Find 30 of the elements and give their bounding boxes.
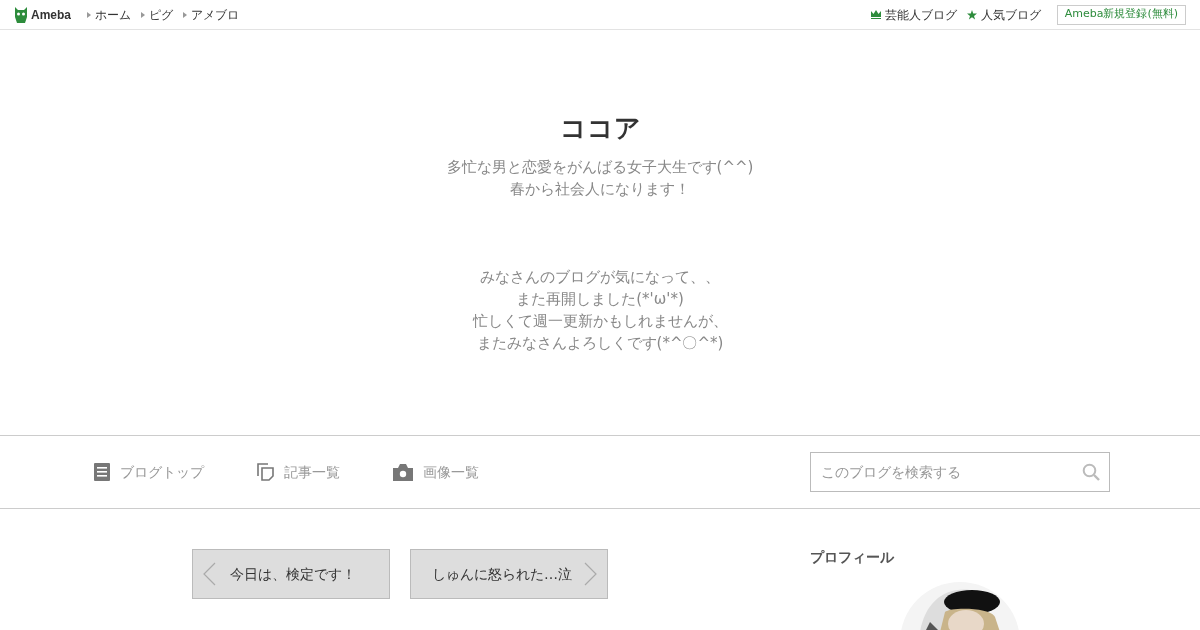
blog-description: 多忙な男と恋愛をがんばる女子大生です(^^)	[446, 157, 754, 178]
triangle-icon	[141, 11, 145, 18]
header-link[interactable]: ピグ	[141, 5, 173, 24]
next-post-button[interactable]: しゅんに怒られた…泣	[410, 549, 608, 599]
previous-post-button[interactable]: 今日は、検定です！	[192, 549, 390, 599]
document-icon	[94, 463, 110, 481]
header-link[interactable]: 芸能人ブログ	[870, 5, 957, 24]
header-link[interactable]: アメブロ	[183, 5, 239, 24]
header-link[interactable]: 人気ブログ	[966, 5, 1041, 24]
triangle-icon	[87, 11, 91, 18]
blog-description: 忙しくて週一更新かもしれませんが、	[472, 311, 728, 332]
signup-button[interactable]: Ameba新規登録(無料)	[1056, 4, 1186, 25]
blog-description: 春から社会人になります！	[510, 179, 690, 200]
copy-icon	[257, 463, 274, 481]
triangle-icon	[183, 11, 187, 18]
camera-icon	[393, 463, 413, 481]
blog-title: ココア	[559, 112, 641, 145]
blog-description: みなさんのブログが気になって、、	[480, 267, 720, 288]
header-link[interactable]: ホーム	[87, 5, 131, 24]
blog-description: またみなさんよろしくです(*^〇^*)	[476, 333, 724, 354]
chevron-left-icon	[203, 562, 216, 586]
monster-icon	[14, 6, 28, 23]
blog-description: また再開しました(*'ω'*)	[516, 289, 684, 310]
search-icon[interactable]	[1082, 463, 1100, 481]
sidebar-heading: プロフィール	[810, 548, 895, 567]
crown-icon	[870, 10, 881, 19]
star-icon	[966, 9, 977, 20]
ameba-logo[interactable]: Ameba	[14, 5, 71, 24]
chevron-right-icon	[584, 562, 597, 586]
search-field[interactable]: このブログを検索する	[810, 452, 1110, 492]
